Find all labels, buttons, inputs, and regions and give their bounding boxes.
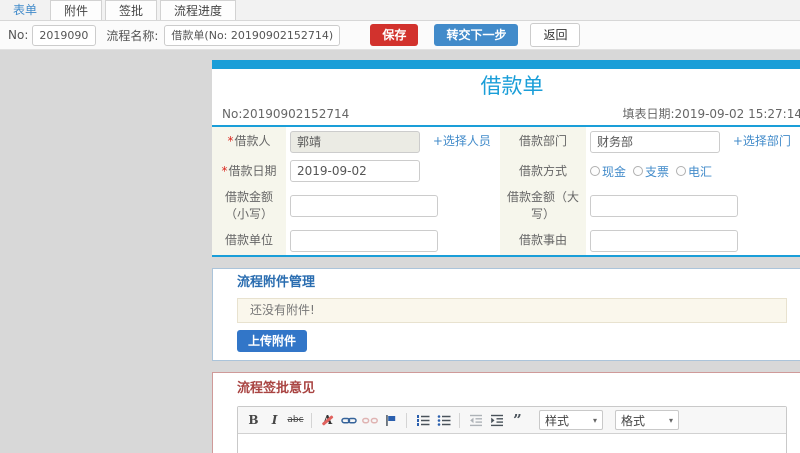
numbered-list-icon	[416, 414, 429, 426]
save-button[interactable]: 保存	[370, 24, 419, 46]
loan-reason-input[interactable]	[590, 229, 738, 252]
loan-reason-label: 借款事由	[500, 226, 586, 256]
tab-form[interactable]: 表单	[0, 0, 50, 20]
unlink-button[interactable]	[360, 411, 379, 429]
tab-approval[interactable]: 签批	[105, 0, 158, 20]
editor-toolbar: B I abc A	[238, 407, 786, 434]
loan-date-label: *借款日期	[212, 156, 286, 186]
select-department-link[interactable]: +选择部门	[733, 134, 791, 148]
anchor-button[interactable]	[381, 411, 400, 429]
amount-uppercase-input[interactable]	[590, 195, 738, 217]
borrower-input[interactable]	[290, 130, 420, 153]
bulleted-list-button[interactable]	[434, 411, 453, 429]
amount-lowercase-label: 借款金额（小写）	[212, 186, 286, 226]
loan-method-label: 借款方式	[500, 156, 586, 186]
blockquote-button[interactable]: ”	[508, 411, 527, 429]
link-button[interactable]	[339, 411, 358, 429]
unlink-icon	[361, 417, 378, 423]
toolbar-separator	[459, 412, 460, 428]
format-dropdown[interactable]: 格式 ▾	[615, 410, 679, 430]
select-person-link[interactable]: +选择人员	[433, 134, 491, 148]
content-area: 借款单 No:20190902152714 填表日期:2019-09-02 15…	[0, 50, 800, 453]
action-toolbar: No: 流程名称: 保存 转交下一步 返回	[0, 21, 800, 50]
form-document: 借款单 No:20190902152714 填表日期:2019-09-02 15…	[212, 60, 800, 453]
loan-method-radio-group: 现金 支票 电汇	[590, 163, 712, 180]
form-no-text: No:20190902152714	[222, 107, 350, 121]
amount-lowercase-input[interactable]	[290, 195, 438, 217]
tab-bar: 表单 附件 签批 流程进度	[0, 0, 800, 21]
attachments-heading: 流程附件管理	[237, 275, 316, 290]
department-input[interactable]	[590, 130, 720, 153]
approval-comments-heading: 流程签批意见	[237, 381, 316, 396]
fill-date: 填表日期:2019-09-02 15:27:14	[622, 107, 800, 121]
indent-button[interactable]	[487, 411, 506, 429]
toolbar-separator	[311, 412, 312, 428]
attachments-panel: 流程附件管理 还没有附件! 上传附件	[212, 268, 800, 361]
department-label: 借款部门	[500, 127, 586, 156]
chevron-down-icon: ▾	[592, 415, 597, 425]
radio-circle-icon	[676, 166, 687, 176]
form-row-amounts: 借款金额（小写） 借款金额（大写）	[212, 186, 800, 226]
tab-process-progress[interactable]: 流程进度	[160, 0, 237, 20]
form-title: 借款单	[480, 74, 544, 98]
form-row-borrower-dept: *借款人 +选择人员 借款部门 +选择部门	[212, 127, 800, 156]
chevron-down-icon: ▾	[668, 415, 673, 425]
outdent-button[interactable]	[466, 411, 485, 429]
loan-date-input[interactable]	[290, 160, 420, 182]
process-name-label: 流程名称:	[106, 28, 159, 43]
no-label: No:	[8, 28, 29, 42]
process-name-input[interactable]	[164, 24, 341, 46]
bold-button[interactable]: B	[244, 411, 263, 429]
radio-cheque[interactable]: 支票	[633, 163, 669, 180]
styles-dropdown[interactable]: 样式 ▾	[539, 410, 603, 430]
form-fields-table: *借款人 +选择人员 借款部门 +选择部门 *借款日期 借款方式	[212, 127, 800, 257]
loan-unit-input[interactable]	[290, 229, 438, 252]
tab-attachments[interactable]: 附件	[50, 0, 103, 20]
upload-attachment-button[interactable]: 上传附件	[237, 330, 308, 352]
rich-text-editor: B I abc A	[237, 406, 787, 453]
loan-unit-label: 借款单位	[212, 226, 286, 256]
form-meta-row: No:20190902152714 填表日期:2019-09-02 15:27:…	[212, 103, 800, 127]
strikethrough-button[interactable]: abc	[286, 411, 305, 429]
indent-icon	[490, 414, 503, 426]
remove-format-button[interactable]: A	[318, 411, 337, 429]
radio-wire[interactable]: 电汇	[676, 163, 712, 180]
remove-format-icon: A	[321, 413, 334, 427]
numbered-list-button[interactable]	[413, 411, 432, 429]
loan-form-panel: 借款单 No:20190902152714 填表日期:2019-09-02 15…	[212, 60, 800, 257]
no-input[interactable]	[32, 24, 97, 46]
radio-circle-icon	[633, 166, 644, 176]
outdent-icon	[469, 414, 482, 426]
radio-circle-icon	[590, 166, 600, 176]
radio-cash[interactable]: 现金	[590, 163, 626, 180]
toolbar-separator	[406, 412, 407, 428]
borrower-label: *借款人	[212, 127, 286, 156]
next-step-button[interactable]: 转交下一步	[434, 24, 519, 46]
form-header-bar	[212, 60, 800, 69]
approval-comments-panel: 流程签批意见 B I abc A	[212, 372, 800, 453]
bulleted-list-icon	[437, 414, 450, 426]
back-button[interactable]: 返回	[530, 23, 581, 47]
amount-uppercase-label: 借款金额（大写）	[500, 186, 586, 226]
link-icon	[340, 417, 357, 423]
anchor-flag-icon	[386, 414, 396, 426]
no-attachments-alert: 还没有附件!	[237, 298, 787, 323]
form-row-date-method: *借款日期 借款方式 现金 支票 电汇	[212, 156, 800, 186]
editor-body[interactable]	[238, 434, 786, 453]
italic-button[interactable]: I	[265, 411, 284, 429]
form-row-unit-reason: 借款单位 借款事由	[212, 226, 800, 256]
